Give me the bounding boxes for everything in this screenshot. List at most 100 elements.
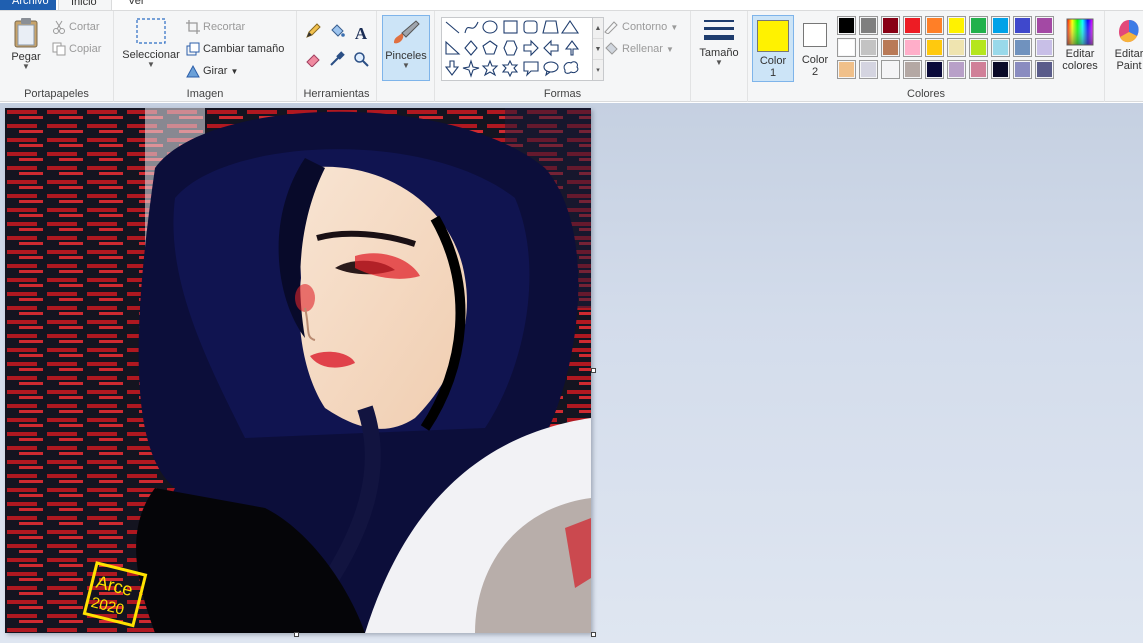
resize-handle-right[interactable] (591, 368, 596, 373)
tamano-caret-icon[interactable]: ▼ (695, 59, 743, 67)
editar-colores-button[interactable]: Editar colores (1058, 15, 1102, 82)
arrow-up-shape-icon[interactable] (564, 40, 580, 56)
pinceles-caret-icon[interactable]: ▼ (383, 62, 429, 70)
resize-handle-bottom[interactable] (294, 632, 299, 637)
star4-shape-icon[interactable] (462, 59, 480, 78)
right-triangle-shape-icon[interactable] (445, 40, 461, 55)
color-swatch[interactable] (859, 16, 878, 35)
color-swatch[interactable] (947, 16, 966, 35)
color-swatch[interactable] (947, 60, 966, 79)
color-swatch[interactable] (991, 16, 1010, 35)
rotate-icon (186, 65, 200, 78)
outline-brush-icon (604, 21, 618, 35)
copiar-button[interactable]: Copiar (52, 39, 101, 59)
drawing-canvas[interactable]: Arce 2020 (5, 108, 591, 633)
star6-shape-icon[interactable] (501, 59, 519, 78)
color-swatch-fill (861, 18, 876, 33)
triangle-shape-icon[interactable] (560, 20, 580, 34)
color-swatch[interactable] (837, 38, 856, 57)
color-swatch[interactable] (1013, 16, 1032, 35)
polygon-shape-icon[interactable] (542, 20, 559, 34)
rounded-rectangle-shape-icon[interactable] (523, 20, 538, 34)
tab-inicio[interactable]: Inicio (58, 0, 112, 10)
color-swatch[interactable] (991, 60, 1010, 79)
pegar-caret-icon[interactable]: ▼ (6, 63, 46, 71)
magnifier-tool[interactable] (350, 51, 372, 73)
color-swatch[interactable] (881, 60, 900, 79)
color-picker-tool[interactable] (326, 51, 348, 73)
shapes-scroll-up-icon[interactable]: ▲ (593, 18, 603, 39)
color-swatch[interactable] (1035, 38, 1054, 57)
color-swatch[interactable] (903, 60, 922, 79)
fill-tool[interactable] (326, 23, 348, 45)
color-swatch[interactable] (837, 60, 856, 79)
resize-handle-corner[interactable] (591, 632, 596, 637)
paint3d-line2: Paint (1116, 60, 1142, 72)
text-tool[interactable]: A (350, 23, 372, 45)
seleccionar-button[interactable]: Seleccionar ▼ (118, 17, 184, 81)
star5-shape-icon[interactable] (481, 59, 499, 77)
color-swatch[interactable] (991, 38, 1010, 57)
color-swatch[interactable] (925, 16, 944, 35)
rectangle-shape-icon[interactable] (503, 20, 518, 34)
color-swatch[interactable] (925, 38, 944, 57)
color2-button[interactable]: Color 2 (795, 15, 835, 82)
color-swatch[interactable] (837, 16, 856, 35)
shapes-scroll-down-icon[interactable]: ▼ (593, 39, 603, 60)
paint3d-line1: Editar (1114, 48, 1143, 60)
clipboard-icon (14, 18, 38, 48)
shapes-expand-icon[interactable]: ▾ (593, 60, 603, 81)
shapes-gallery[interactable] (441, 17, 593, 81)
tab-archivo[interactable]: Archivo (0, 0, 56, 10)
color1-button[interactable]: Color 1 (752, 15, 794, 82)
color-swatch[interactable] (969, 60, 988, 79)
cortar-button[interactable]: Cortar (52, 17, 100, 37)
girar-button[interactable]: Girar ▼ (186, 61, 238, 81)
pentagon-shape-icon[interactable] (482, 40, 498, 55)
tamano-button[interactable]: Tamaño ▼ (695, 17, 743, 83)
contorno-button[interactable]: Contorno ▼ (603, 17, 678, 37)
cortar-label: Cortar (69, 21, 100, 33)
seleccionar-caret-icon[interactable]: ▼ (118, 61, 184, 69)
rellenar-caret-icon[interactable]: ▼ (666, 45, 674, 54)
arrow-down-shape-icon[interactable] (444, 60, 460, 76)
resize-icon (186, 42, 200, 56)
callout-rect-shape-icon[interactable] (523, 61, 539, 77)
color-swatch-fill (839, 40, 854, 55)
color-swatch[interactable] (1013, 60, 1032, 79)
pencil-tool[interactable] (302, 23, 324, 45)
recortar-button[interactable]: Recortar (186, 17, 245, 37)
color-swatch[interactable] (903, 16, 922, 35)
color-swatch[interactable] (859, 38, 878, 57)
color-swatch[interactable] (947, 38, 966, 57)
hexagon-shape-icon[interactable] (503, 40, 518, 56)
arrow-left-shape-icon[interactable] (543, 39, 559, 57)
color-swatch[interactable] (969, 38, 988, 57)
pinceles-button[interactable]: Pinceles ▼ (382, 15, 430, 81)
eraser-tool[interactable] (302, 51, 324, 73)
rellenar-button[interactable]: Rellenar ▼ (603, 39, 674, 59)
callout-oval-shape-icon[interactable] (543, 61, 559, 77)
color-swatch[interactable] (881, 38, 900, 57)
girar-caret-icon[interactable]: ▼ (231, 67, 239, 76)
diamond-shape-icon[interactable] (464, 40, 478, 56)
pegar-button[interactable]: Pegar ▼ (6, 17, 46, 79)
arrow-right-shape-icon[interactable] (523, 39, 539, 57)
color-swatch[interactable] (903, 38, 922, 57)
contorno-caret-icon[interactable]: ▼ (670, 23, 678, 32)
color-swatch[interactable] (1035, 60, 1054, 79)
callout-cloud-shape-icon[interactable] (563, 61, 579, 74)
color-swatch[interactable] (1035, 16, 1054, 35)
curve-shape-icon[interactable] (464, 21, 479, 34)
color-swatch[interactable] (1013, 38, 1032, 57)
oval-shape-icon[interactable] (482, 20, 498, 34)
line-shape-icon[interactable] (445, 21, 460, 34)
color-swatch[interactable] (881, 16, 900, 35)
editar-paint3d-button[interactable]: Editar Paint (1107, 15, 1143, 82)
tab-ver[interactable]: Ver (116, 0, 157, 10)
color-swatch[interactable] (925, 60, 944, 79)
color-swatch[interactable] (859, 60, 878, 79)
color-swatch[interactable] (969, 16, 988, 35)
cambiar-tamano-button[interactable]: Cambiar tamaño (186, 39, 284, 59)
color1-label-line2: 1 (769, 67, 777, 79)
